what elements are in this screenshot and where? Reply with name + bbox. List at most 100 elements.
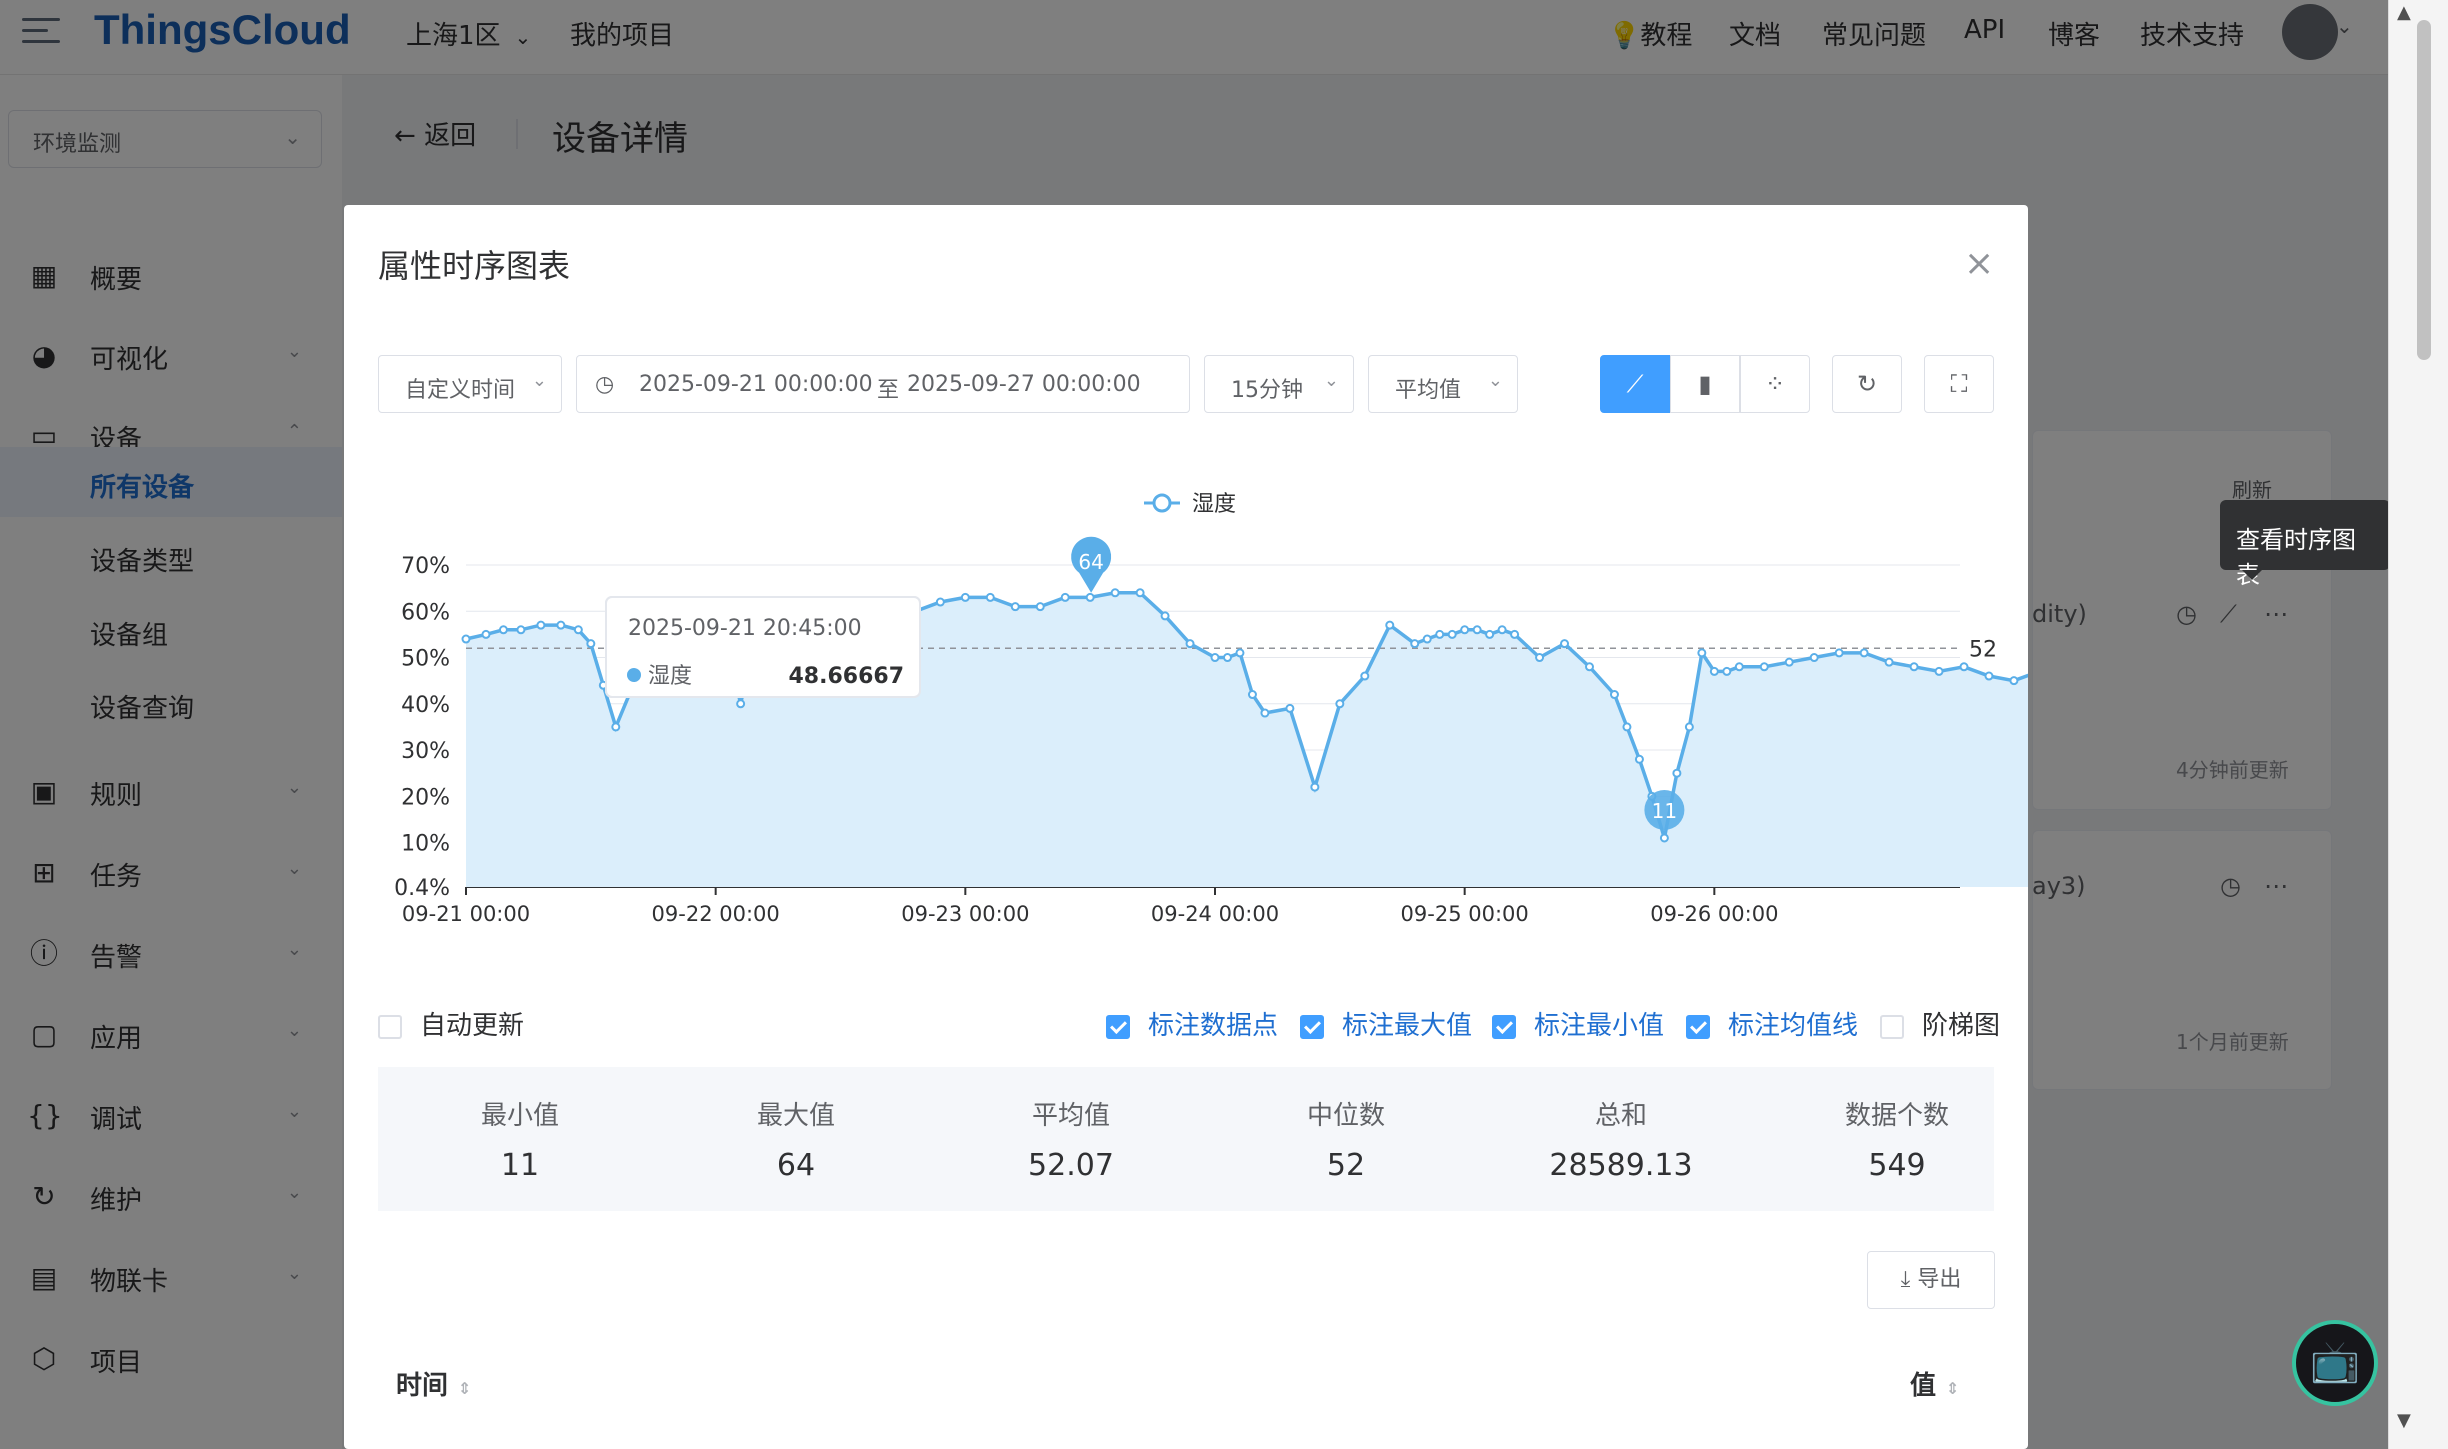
data-point	[1285, 703, 1295, 713]
data-point	[1622, 722, 1632, 732]
bar-chart-toggle[interactable]: ▮	[1670, 355, 1740, 413]
y-tick-label: 30%	[401, 739, 450, 764]
stat-sum: 总和 28589.13	[1549, 1101, 1693, 1183]
export-button[interactable]: ⤓ 导出	[1867, 1251, 1995, 1309]
stat-median: 中位数 52	[1306, 1101, 1385, 1183]
stat-max: 最大值 64	[756, 1101, 835, 1183]
line-chart-icon: ⟋	[1626, 370, 1644, 398]
data-point	[935, 597, 945, 607]
legend-marker	[1152, 493, 1172, 513]
date-range-picker[interactable]: ◷ 2025-09-21 00:00:00 至 2025-09-27 00:00…	[576, 355, 1190, 413]
chevron-down-icon: ⌄	[1323, 370, 1339, 391]
legend-label: 湿度	[1192, 492, 1236, 517]
checkbox[interactable]	[1492, 1014, 1516, 1039]
scroll-down-icon[interactable]: ▼	[2397, 1410, 2411, 1431]
range-separator: 至	[877, 378, 900, 403]
close-icon[interactable]: ×	[1964, 243, 1994, 284]
data-point	[1809, 653, 1819, 663]
sort-icon[interactable]: ⇕	[458, 1379, 471, 1398]
mean-label: 52	[1969, 637, 1997, 662]
column-header-time[interactable]: 时间 ⇕	[396, 1365, 471, 1402]
clock-icon: ◷	[595, 372, 615, 397]
data-point	[1884, 657, 1894, 667]
tooltip: 查看时序图表	[2220, 500, 2390, 589]
scrollbar-thumb[interactable]	[2417, 20, 2431, 360]
data-point	[1485, 629, 1495, 639]
data-point	[1697, 648, 1707, 658]
data-point	[1934, 666, 1944, 676]
scroll-up-icon[interactable]: ▲	[2397, 2, 2411, 23]
min-marker-label: 11	[1652, 799, 1677, 823]
option-mark-max[interactable]: 标注最大值	[1300, 1005, 1472, 1042]
line-chart-toggle[interactable]: ⟋	[1600, 355, 1670, 413]
data-point	[1110, 588, 1120, 598]
checkbox[interactable]	[1880, 1014, 1904, 1039]
data-point	[1210, 653, 1220, 663]
data-point	[461, 634, 471, 644]
data-point	[1160, 611, 1170, 621]
data-point	[1035, 602, 1045, 612]
humidity-chart[interactable]: 湿度 0.4% 10% 20% 30% 40% 50% 60% 70% 09-21 00:00 09…	[344, 445, 2149, 965]
range-type-select[interactable]: 自定义时间 ⌄	[378, 355, 562, 413]
page-scrollbar[interactable]: ▲ ▼	[2388, 0, 2448, 1449]
tooltip-value: 48.66667	[788, 664, 904, 689]
data-point	[1235, 648, 1245, 658]
option-mark-points[interactable]: 标注数据点	[1106, 1005, 1278, 1042]
data-point	[556, 620, 566, 630]
data-point	[1335, 699, 1345, 709]
column-header-value[interactable]: 值 ⇕	[1910, 1365, 1959, 1402]
end-date[interactable]: 2025-09-27 00:00:00	[907, 372, 1141, 397]
x-tick-label: 09-24 00:00	[1151, 902, 1279, 926]
fullscreen-button[interactable]: ⛶	[1924, 355, 1994, 413]
data-point	[1247, 690, 1257, 700]
data-point	[1535, 653, 1545, 663]
data-point	[573, 625, 583, 635]
start-date[interactable]: 2025-09-21 00:00:00	[639, 372, 873, 397]
data-point	[1684, 722, 1694, 732]
interval-select[interactable]: 15分钟 ⌄	[1204, 355, 1354, 413]
data-point	[1435, 629, 1445, 639]
tooltip-series: 湿度	[648, 664, 692, 689]
aggregate-select[interactable]: 平均值 ⌄	[1368, 355, 1518, 413]
data-point	[1085, 592, 1095, 602]
y-tick-label: 0.4%	[394, 876, 450, 901]
data-point	[1010, 602, 1020, 612]
y-tick-label: 20%	[401, 785, 450, 810]
data-point	[1510, 629, 1520, 639]
data-point	[1410, 639, 1420, 649]
statistics-panel: 最小值 11 最大值 64 平均值 52.07 中位数 52 总和 28589.13 数据…	[378, 1067, 1994, 1211]
y-tick-label: 40%	[401, 693, 450, 718]
option-mark-min[interactable]: 标注最小值	[1492, 1005, 1664, 1042]
chevron-down-icon: ⌄	[531, 370, 547, 391]
scatter-chart-toggle[interactable]: ⁘	[1740, 355, 1810, 413]
data-point	[611, 722, 621, 732]
data-point	[1497, 625, 1507, 635]
checkbox[interactable]	[1106, 1014, 1130, 1039]
option-auto-update[interactable]: 自动更新	[378, 1005, 524, 1042]
data-point	[1909, 662, 1919, 672]
data-point	[1360, 671, 1370, 681]
tv-icon[interactable]: 📺	[2292, 1320, 2378, 1406]
dialog-title: 属性时序图表	[378, 247, 571, 285]
chart-area[interactable]: 湿度 0.4% 10% 20% 30% 40% 50% 60% 70% 09-21 00:00 09…	[344, 445, 2149, 965]
x-tick-label: 09-26 00:00	[1650, 902, 1778, 926]
data-point	[1722, 666, 1732, 676]
chevron-down-icon: ⌄	[1487, 370, 1503, 391]
checkbox[interactable]	[1686, 1014, 1710, 1039]
fullscreen-icon: ⛶	[1950, 370, 1968, 398]
sort-icon[interactable]: ⇕	[1946, 1379, 1959, 1398]
option-mean-line[interactable]: 标注均值线	[1686, 1005, 1858, 1042]
x-tick-label: 09-25 00:00	[1401, 902, 1529, 926]
y-tick-label: 50%	[401, 647, 450, 672]
data-point	[1659, 833, 1669, 843]
data-point	[985, 592, 995, 602]
checkbox[interactable]	[378, 1014, 402, 1039]
y-tick-label: 70%	[401, 554, 450, 579]
data-point	[960, 592, 970, 602]
refresh-button[interactable]: ↻	[1832, 355, 1902, 413]
checkbox[interactable]	[1300, 1014, 1324, 1039]
x-tick-label: 09-22 00:00	[652, 902, 780, 926]
data-point	[1984, 671, 1994, 681]
option-step-chart[interactable]: 阶梯图	[1880, 1005, 2000, 1042]
x-tick-label: 09-23 00:00	[901, 902, 1029, 926]
